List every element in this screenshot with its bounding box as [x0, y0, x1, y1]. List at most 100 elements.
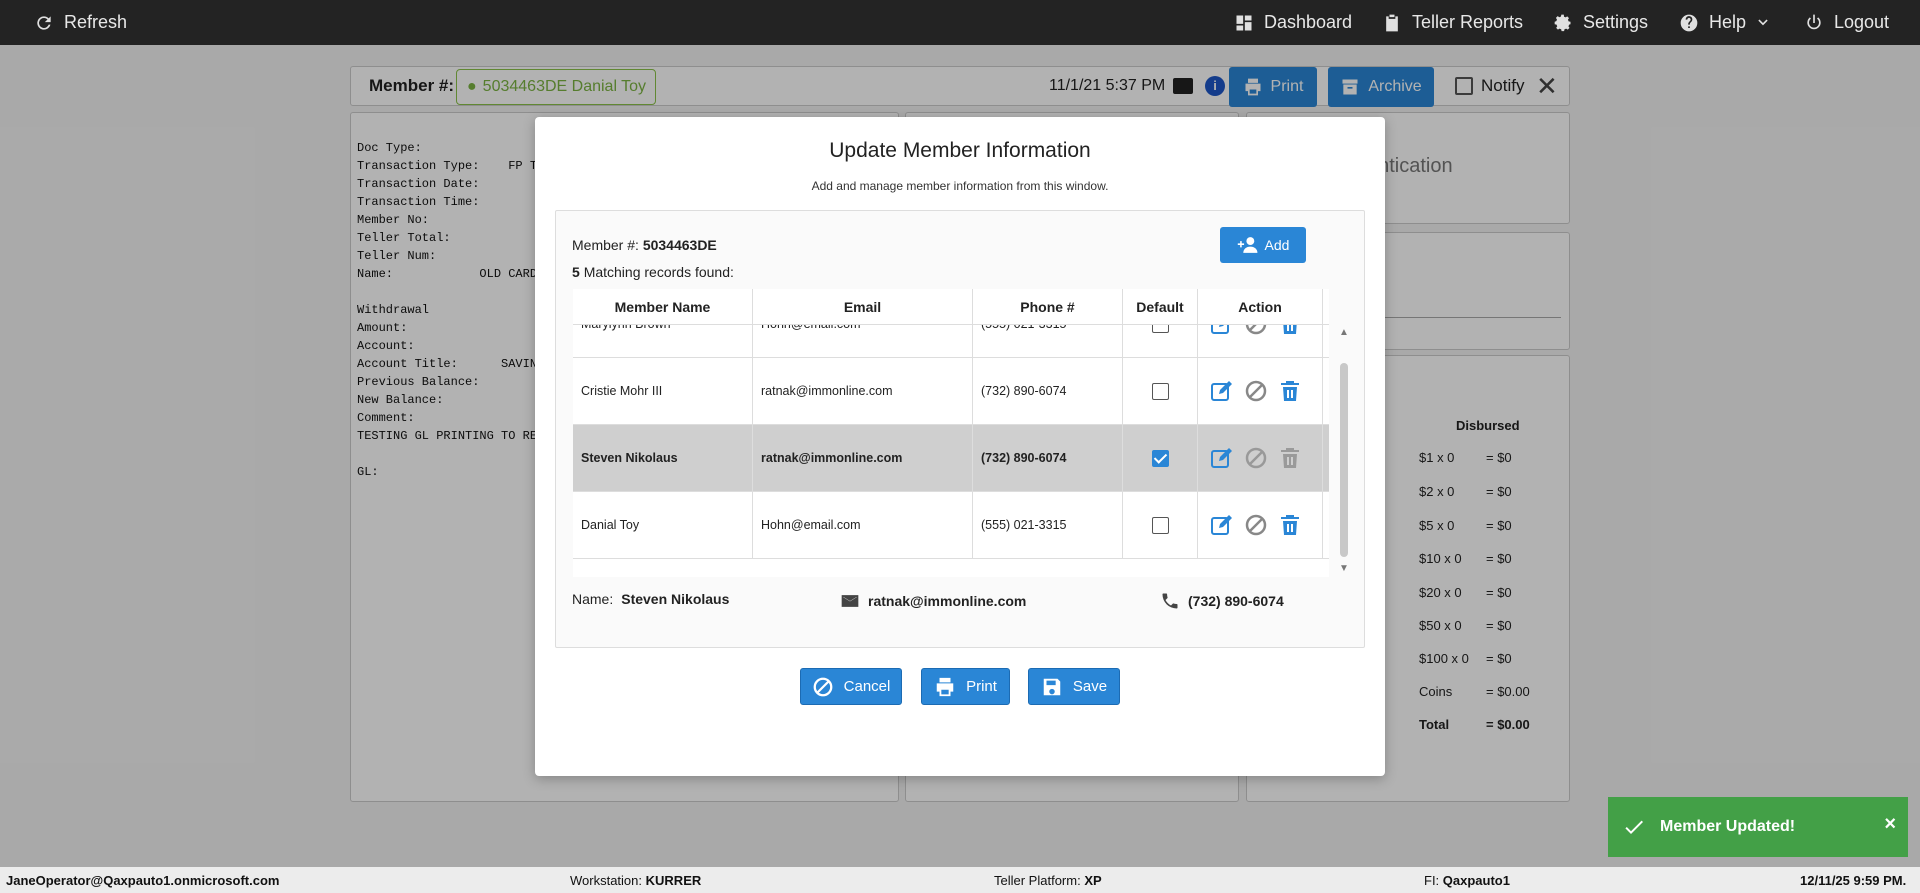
- nav-teller-reports-label: Teller Reports: [1412, 12, 1524, 32]
- cell-email: ratnak@immonline.com: [753, 425, 973, 491]
- add-user-icon: [1237, 237, 1257, 253]
- summary-email: ratnak@immonline.com: [840, 591, 1026, 611]
- cell-email: ratnak@immonline.com: [753, 358, 973, 424]
- workstation-value: KURRER: [645, 873, 702, 888]
- modal-subtitle: Add and manage member information from t…: [811, 179, 1109, 193]
- col-default[interactable]: Default: [1123, 289, 1198, 325]
- gear-icon: [1554, 14, 1571, 31]
- chevron-down-icon: [1758, 19, 1768, 25]
- envelope-icon: [841, 595, 859, 607]
- save-button[interactable]: Save: [1028, 668, 1120, 705]
- printer-icon: [936, 677, 954, 696]
- print-button[interactable]: Print: [921, 668, 1010, 705]
- help-icon: [1680, 14, 1698, 31]
- cancel-icon: [813, 677, 833, 696]
- table-row[interactable]: Cristie Mohr III ratnak@immonline.com (7…: [573, 358, 1329, 425]
- edit-icon[interactable]: [1210, 513, 1234, 537]
- default-checkbox[interactable]: [1151, 382, 1169, 400]
- trash-icon[interactable]: [1278, 379, 1302, 403]
- cell-phone: (732) 890-6074: [973, 358, 1123, 424]
- nav-settings-label: Settings: [1583, 12, 1649, 32]
- cell-default: [1123, 358, 1198, 424]
- deactivate-icon[interactable]: [1244, 379, 1268, 403]
- toast-close-button[interactable]: ×: [1884, 813, 1896, 836]
- cell-default: [1123, 492, 1198, 558]
- nav-settings[interactable]: Settings: [1553, 0, 1648, 45]
- nav-dashboard-label: Dashboard: [1264, 12, 1353, 32]
- add-label: Add: [1264, 237, 1290, 253]
- deactivate-icon[interactable]: [1244, 513, 1268, 537]
- scroll-down-arrow[interactable]: ▼: [1339, 563, 1349, 574]
- top-navbar: Refresh Dashboard Teller Reports Setting…: [0, 0, 1920, 45]
- col-member-name[interactable]: Member Name: [573, 289, 753, 325]
- member-records-panel: Member #: 5034463DE 5 Matching records f…: [555, 210, 1365, 648]
- dashboard-icon: [1236, 15, 1252, 30]
- status-bar: JaneOperator@Qaxpauto1.onmicrosoft.com W…: [0, 867, 1920, 893]
- phone-icon: [1162, 593, 1178, 609]
- power-icon: [1807, 14, 1821, 29]
- cell-name: Cristie Mohr III: [573, 358, 753, 424]
- summary-name-label: Name:: [572, 591, 614, 607]
- cell-actions: [1198, 492, 1323, 558]
- status-platform: Teller Platform: XP: [994, 873, 1102, 888]
- status-user: JaneOperator@Qaxpauto1.onmicrosoft.com: [6, 873, 280, 888]
- status-fi: FI: Qaxpauto1: [1424, 873, 1510, 888]
- match-text: Matching records found:: [583, 264, 734, 280]
- scroll-up-arrow[interactable]: ▲: [1339, 327, 1349, 338]
- col-email[interactable]: Email: [753, 289, 973, 325]
- add-member-button[interactable]: Add: [1220, 227, 1306, 263]
- summary-phone: (732) 890-6074: [1160, 591, 1284, 611]
- success-toast: Member Updated! ×: [1608, 797, 1908, 857]
- workstation-label: Workstation:: [570, 873, 643, 888]
- nav-teller-reports[interactable]: Teller Reports: [1382, 0, 1523, 45]
- clipboard-icon: [1386, 14, 1398, 31]
- table-row[interactable]: Danial Toy Hohn@email.com (555) 021-3315: [573, 492, 1329, 559]
- trash-icon[interactable]: [1278, 513, 1302, 537]
- scrollbar-thumb[interactable]: [1340, 363, 1348, 557]
- cell-name: Steven Nikolaus: [573, 425, 753, 491]
- table-scrollbar[interactable]: ▲ ▼: [1337, 289, 1351, 577]
- summary-phone-value: (732) 890-6074: [1188, 593, 1284, 609]
- nav-help[interactable]: Help: [1679, 0, 1770, 45]
- cancel-button[interactable]: Cancel: [800, 668, 902, 705]
- nav-dashboard[interactable]: Dashboard: [1234, 0, 1352, 45]
- member-number: Member #: 5034463DE: [572, 237, 717, 253]
- cell-email: Hohn@email.com: [753, 492, 973, 558]
- platform-label: Teller Platform:: [994, 873, 1081, 888]
- member-number-value: 5034463DE: [642, 237, 717, 253]
- refresh-icon: [37, 15, 51, 30]
- cell-phone: (555) 021-3315: [973, 492, 1123, 558]
- refresh-label: Refresh: [64, 12, 128, 32]
- default-checkbox[interactable]: [1151, 516, 1169, 534]
- summary-name: Name: Steven Nikolaus: [572, 591, 729, 607]
- matching-records: 5 Matching records found:: [572, 264, 734, 280]
- floppy-disk-icon: [1043, 678, 1061, 695]
- cell-actions: [1198, 358, 1323, 424]
- fi-label: FI:: [1424, 873, 1440, 888]
- status-workstation: Workstation: KURRER: [570, 873, 701, 888]
- member-table: Marylynn Brown Hohn@email.com (555) 021-…: [573, 289, 1329, 577]
- nav-logout[interactable]: Logout: [1804, 0, 1889, 45]
- summary-email-value: ratnak@immonline.com: [868, 593, 1027, 609]
- nav-logout-label: Logout: [1834, 12, 1890, 32]
- refresh-button[interactable]: Refresh: [34, 0, 127, 45]
- checkmark-icon: [1625, 820, 1643, 834]
- nav-help-label: Help: [1709, 12, 1747, 32]
- cell-actions: [1198, 425, 1323, 491]
- member-number-label: Member #:: [572, 237, 639, 253]
- summary-name-value: Steven Nikolaus: [621, 591, 730, 607]
- col-phone[interactable]: Phone #: [973, 289, 1123, 325]
- save-label: Save: [1072, 678, 1108, 695]
- match-count: 5: [572, 264, 580, 280]
- cell-default: [1123, 425, 1198, 491]
- cell-phone: (732) 890-6074: [973, 425, 1123, 491]
- table-header: Member Name Email Phone # Default Action: [573, 289, 1329, 325]
- cancel-label: Cancel: [843, 678, 891, 695]
- edit-icon[interactable]: [1210, 446, 1234, 470]
- modal-title: Update Member Information: [829, 139, 1091, 162]
- status-datetime: 12/11/25 9:59 PM.: [1800, 873, 1907, 888]
- default-checkbox-checked[interactable]: [1151, 449, 1169, 467]
- table-row-selected[interactable]: Steven Nikolaus ratnak@immonline.com (73…: [573, 425, 1329, 492]
- edit-icon[interactable]: [1210, 379, 1234, 403]
- print-label: Print: [966, 678, 997, 695]
